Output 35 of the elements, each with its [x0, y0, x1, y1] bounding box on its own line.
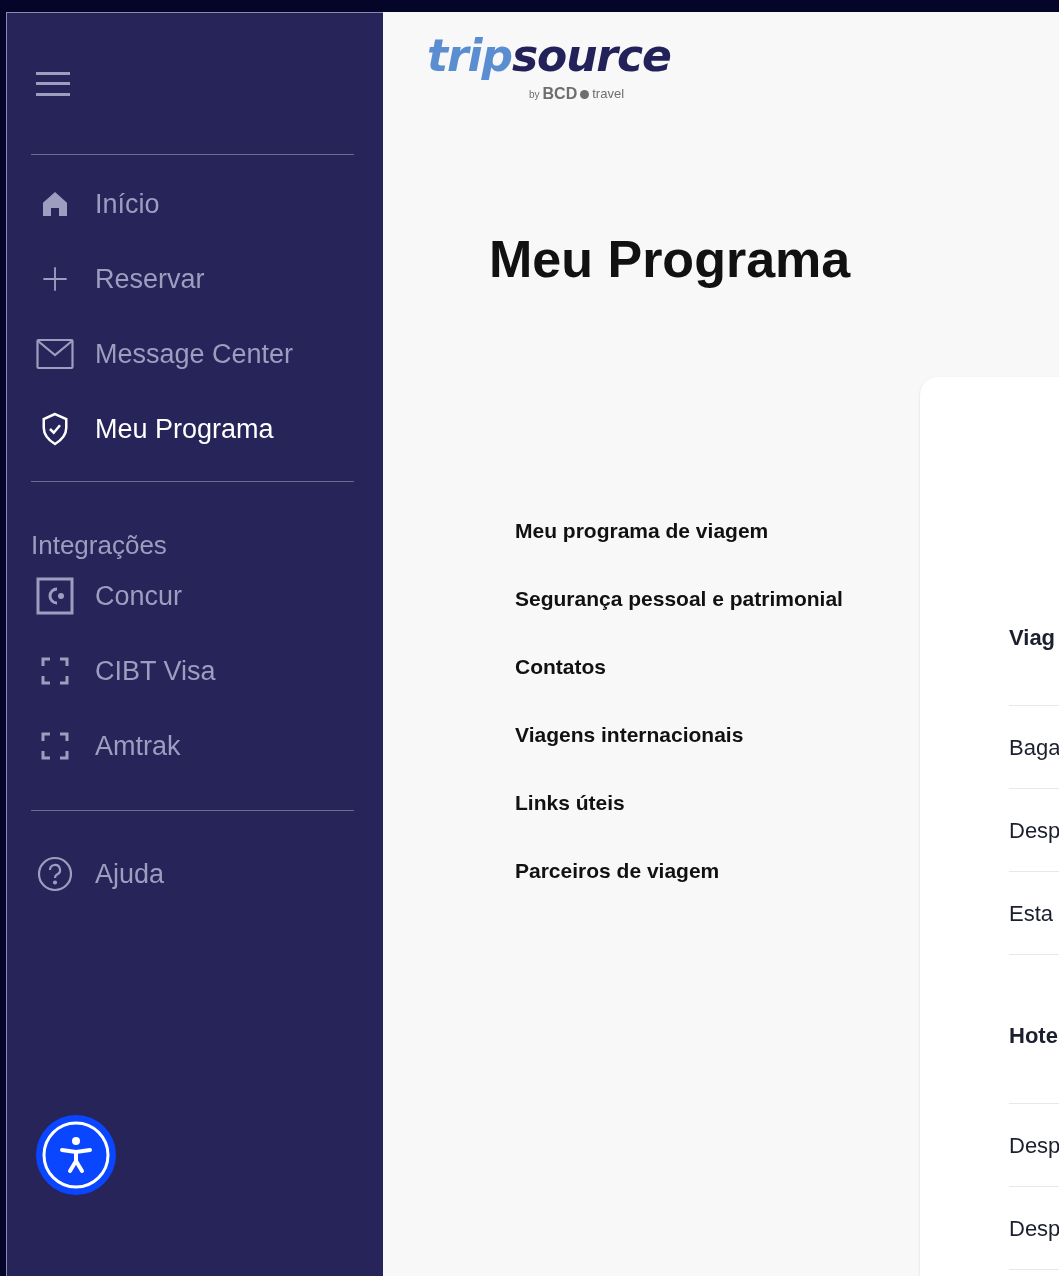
section-link[interactable]: Contatos [515, 653, 606, 681]
integration-item[interactable]: Concur [31, 572, 354, 620]
menu-icon[interactable] [36, 71, 70, 96]
section-link[interactable]: Segurança pessoal e patrimonial [515, 585, 843, 613]
card-group-heading: Viag [1009, 627, 1057, 649]
card-row-label: Desp [1009, 1214, 1059, 1243]
concur-icon [36, 577, 74, 615]
envelope-icon [36, 338, 74, 370]
sidebar-nav-item[interactable]: Message Center [31, 330, 354, 378]
accessibility-icon [42, 1121, 110, 1189]
frame-corners-icon [41, 732, 69, 760]
help-icon [37, 856, 73, 892]
plus-icon [41, 265, 69, 293]
shield-check-icon [40, 411, 70, 447]
section-heading: Integrações [31, 532, 167, 558]
frame-corners-icon [41, 657, 69, 685]
dot-icon [580, 89, 590, 99]
sidebar-nav-item[interactable]: Início [31, 180, 354, 228]
sidebar-nav-item[interactable]: Reservar [31, 255, 354, 303]
card-group-heading: Hote [1009, 1025, 1059, 1047]
section-link[interactable]: Links úteis [515, 789, 625, 817]
section-link[interactable]: Meu programa de viagem [515, 517, 769, 545]
section-link[interactable]: Viagens internacionais [515, 721, 744, 749]
sidebar-nav-item[interactable]: Meu Programa [31, 405, 354, 453]
integration-item[interactable]: Amtrak [31, 722, 354, 770]
integration-item[interactable]: CIBT Visa [31, 647, 354, 695]
card-row-label: Esta [1009, 899, 1054, 928]
logo-byline-prefix: by [529, 87, 540, 102]
logo-brand: BCD [542, 84, 578, 104]
logo-byline-suffix: travel [592, 85, 625, 104]
logo-wordmark: tripsource [427, 34, 671, 78]
card-row-label: Desp [1009, 1131, 1059, 1160]
card-row-label: Desp [1009, 816, 1059, 845]
help-item[interactable]: Ajuda [31, 850, 354, 898]
section-link[interactable]: Parceiros de viagem [515, 857, 720, 885]
